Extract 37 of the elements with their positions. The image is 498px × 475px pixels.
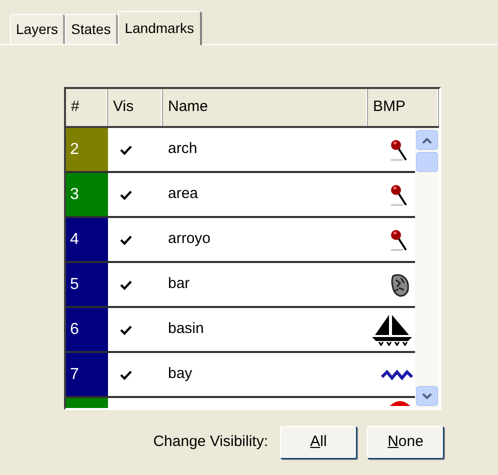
tab[interactable]: States <box>65 14 118 44</box>
column-header[interactable]: # <box>66 89 108 126</box>
row-number: 5 <box>66 263 108 306</box>
row-number: 6 <box>66 308 108 351</box>
landmark-name: arch <box>168 139 198 160</box>
scroll-thumb[interactable] <box>416 152 438 172</box>
caret-down-icon <box>422 392 432 400</box>
row-number: 7 <box>66 353 108 396</box>
caret-up-icon <box>422 136 432 144</box>
tab[interactable]: Layers <box>10 14 66 44</box>
sailboat-icon <box>371 312 413 346</box>
check-icon[interactable] <box>120 324 132 334</box>
check-icon[interactable] <box>120 234 132 244</box>
row-number: 4 <box>66 218 108 261</box>
column-header[interactable]: BMP <box>368 89 439 126</box>
landmark-name: area <box>168 184 198 204</box>
row-number: 3 <box>66 173 108 216</box>
visibility-button[interactable]: None <box>367 426 444 459</box>
scroll-up-button[interactable] <box>416 130 438 150</box>
landmark-name: bar <box>168 274 190 294</box>
column-header[interactable]: Name <box>163 89 368 126</box>
visibility-button[interactable]: All <box>280 426 357 459</box>
scroll-down-button[interactable] <box>416 386 438 406</box>
tab[interactable]: Landmarks <box>118 11 202 45</box>
wave-icon <box>381 368 413 382</box>
landmark-name: bay <box>168 364 192 384</box>
scrollbar[interactable] <box>415 128 439 408</box>
change-visibility-label: Change Visibility: <box>153 432 268 452</box>
landmark-name: basin <box>168 319 204 340</box>
dome-icon <box>387 400 413 406</box>
check-icon[interactable] <box>120 190 132 200</box>
check-icon[interactable] <box>120 144 132 154</box>
check-icon[interactable] <box>120 280 132 290</box>
check-icon[interactable] <box>120 370 132 380</box>
landmark-name: arroyo <box>168 229 211 250</box>
row-number: 2 <box>66 128 108 171</box>
column-header[interactable]: Vis <box>108 89 163 126</box>
